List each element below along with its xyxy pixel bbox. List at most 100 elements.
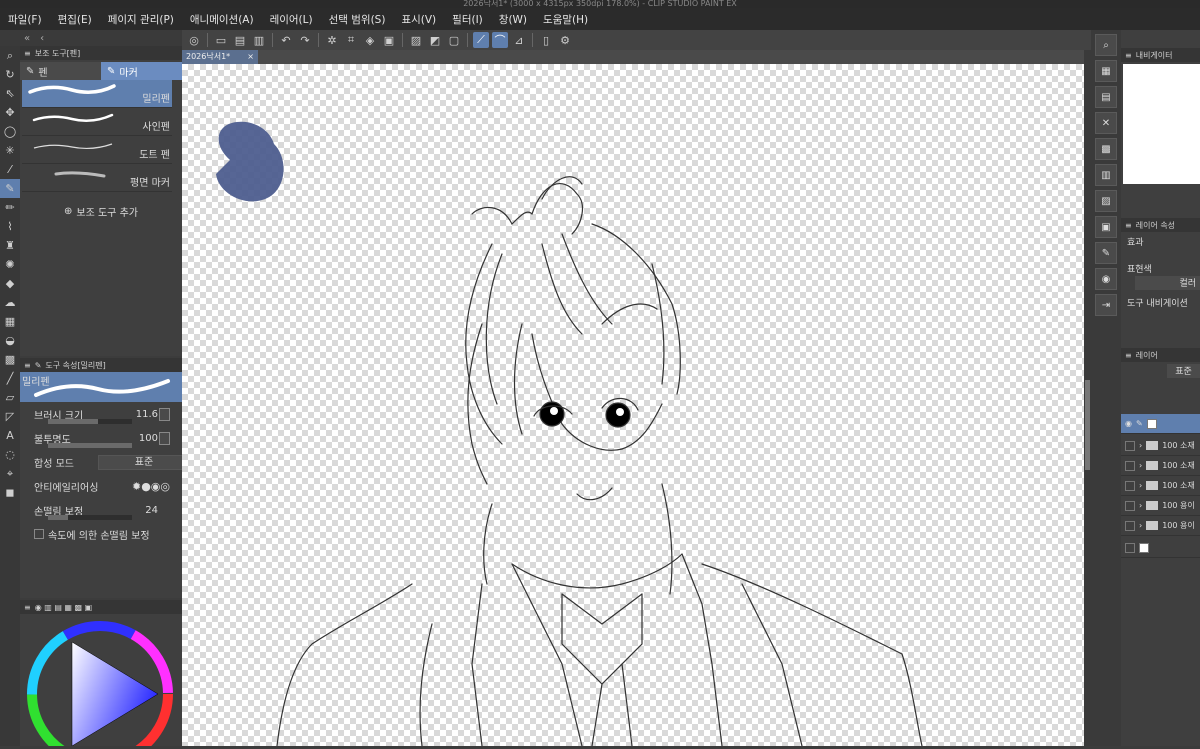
item-bank-icon[interactable]: ▣ — [1095, 216, 1117, 238]
save-icon[interactable]: ▥ — [251, 32, 267, 48]
figure-icon[interactable]: ╱ — [0, 369, 20, 388]
clip-studio-icon[interactable]: ◎ — [186, 32, 202, 48]
brush-item-millipen[interactable]: 밀리펜 — [22, 80, 172, 108]
text-icon[interactable]: A — [0, 426, 20, 445]
clear-icon[interactable]: ✲ — [324, 32, 340, 48]
expression-color-select[interactable]: 컬러 — [1135, 276, 1200, 290]
brush-size-row[interactable]: 브러시 크기 11.6 — [20, 402, 182, 426]
redo-icon[interactable]: ↷ — [297, 32, 313, 48]
frame-icon[interactable]: ▦ — [0, 312, 20, 331]
color-swatch-icon[interactable]: ◼ — [0, 483, 20, 502]
brush-size-slider[interactable] — [48, 419, 132, 424]
menu-file[interactable]: 파일(F) — [0, 12, 50, 27]
layer-folder-row[interactable]: › 100 용이 — [1121, 516, 1200, 536]
menu-selection[interactable]: 선택 범위(S) — [321, 12, 394, 27]
brush-icon[interactable]: ⌇ — [0, 217, 20, 236]
close-icon[interactable]: ✕ — [1095, 112, 1117, 134]
pen-icon[interactable]: ✎ — [0, 179, 20, 198]
stabilization-slider[interactable] — [48, 515, 132, 520]
layer-folder-row[interactable]: › 100 용이 — [1121, 496, 1200, 516]
move-icon[interactable]: ✥ — [0, 103, 20, 122]
selection-border-icon[interactable]: ▢ — [446, 32, 462, 48]
material-icon[interactable]: ▩ — [1095, 138, 1117, 160]
chevron-right-icon[interactable]: › — [1139, 461, 1142, 470]
blend-mode-select[interactable]: 표준 — [98, 454, 190, 470]
drawing-canvas[interactable] — [182, 64, 1084, 747]
lasso-icon[interactable]: ◯ — [0, 122, 20, 141]
layer-folder-row[interactable]: › 100 소재 — [1121, 476, 1200, 496]
fill-icon[interactable]: ◈ — [362, 32, 378, 48]
chevron-right-icon[interactable]: › — [1139, 441, 1142, 450]
fill-bucket-icon[interactable]: ◒ — [0, 331, 20, 350]
menu-layer[interactable]: 레이어(L) — [262, 12, 321, 27]
visibility-box[interactable] — [1125, 520, 1135, 531]
chevron-right-icon[interactable]: › — [1139, 481, 1142, 490]
zoom-icon[interactable]: ⌕ — [0, 46, 20, 65]
trim-icon[interactable]: ▣ — [381, 32, 397, 48]
invert-icon[interactable]: ◩ — [427, 32, 443, 48]
correct-line-icon[interactable]: ⌖ — [0, 464, 20, 483]
gradient-icon[interactable]: ▩ — [0, 350, 20, 369]
export-icon[interactable]: ⇥ — [1095, 294, 1117, 316]
grid-icon[interactable]: ▦ — [1095, 60, 1117, 82]
balloon-icon[interactable]: ◸ — [0, 407, 20, 426]
menu-icon[interactable]: ≡ — [1125, 51, 1132, 60]
menu-animation[interactable]: 애니메이션(A) — [182, 12, 262, 27]
menu-window[interactable]: 창(W) — [491, 12, 535, 27]
eyedropper-icon[interactable]: ⁄ — [0, 160, 20, 179]
new-file-icon[interactable]: ▭ — [213, 32, 229, 48]
collapse-icon[interactable]: ‹ — [40, 33, 44, 44]
transform-icon[interactable]: ⌗ — [343, 32, 359, 48]
navigator-preview[interactable] — [1123, 64, 1200, 184]
pencil-icon[interactable]: ✏ — [0, 198, 20, 217]
sub-view-icon[interactable]: ▨ — [1095, 190, 1117, 212]
layer-blend-select[interactable]: 표준 — [1167, 364, 1200, 378]
layer-paper-row[interactable] — [1121, 538, 1200, 558]
visibility-box[interactable] — [1125, 500, 1135, 511]
visibility-box[interactable] — [1125, 460, 1135, 471]
menu-icon[interactable]: ≡ — [1125, 351, 1132, 360]
brush-item-flatmarker[interactable]: 평면 마커 — [22, 164, 172, 192]
menu-icon[interactable]: ≡ — [1125, 221, 1132, 230]
snap-ruler-icon[interactable]: ⟋ — [473, 32, 489, 48]
collapse-left-icon[interactable]: « — [24, 33, 30, 44]
history-icon[interactable]: ▥ — [1095, 164, 1117, 186]
search-icon[interactable]: ⌕ — [1095, 34, 1117, 56]
speed-stabilization-row[interactable]: 속도에 의한 손떨림 보정 — [20, 522, 182, 546]
layer-icon[interactable]: ▤ — [1095, 86, 1117, 108]
open-icon[interactable]: ▤ — [232, 32, 248, 48]
stabilization-row[interactable]: 손떨림 보정 24 — [20, 498, 182, 522]
snap-grid-icon[interactable]: ⊿ — [511, 32, 527, 48]
deselect-icon[interactable]: ▨ — [408, 32, 424, 48]
menu-edit[interactable]: 편집(E) — [50, 12, 100, 27]
visibility-box[interactable] — [1125, 440, 1135, 451]
operation-icon[interactable]: ⇖ — [0, 84, 20, 103]
close-icon[interactable]: × — [247, 50, 254, 64]
menu-view[interactable]: 표시(V) — [393, 12, 444, 27]
brush-size-value[interactable]: 11.6 — [136, 409, 158, 420]
ruler-icon[interactable]: ▱ — [0, 388, 20, 407]
scroll-thumb[interactable] — [1085, 380, 1090, 470]
visibility-box[interactable] — [1125, 480, 1135, 491]
antialias-options[interactable]: ✹●◉◎ — [132, 480, 170, 493]
menu-icon[interactable]: ≡ — [24, 603, 31, 612]
color-wheel[interactable] — [20, 614, 182, 749]
speech-icon[interactable]: ◌ — [0, 445, 20, 464]
opacity-row[interactable]: 불투명도 100 — [20, 426, 182, 450]
rotate-icon[interactable]: ↻ — [0, 65, 20, 84]
menu-filter[interactable]: 필터(I) — [444, 12, 491, 27]
settings-icon[interactable]: ⚙ — [557, 32, 573, 48]
airbrush-icon[interactable]: ♜ — [0, 236, 20, 255]
brush-item-signpen[interactable]: 사인펜 — [22, 108, 172, 136]
document-tab[interactable]: 2026낙서1* × — [182, 50, 258, 64]
layer-folder-row[interactable]: › 100 소재 — [1121, 456, 1200, 476]
chevron-right-icon[interactable]: › — [1139, 521, 1142, 530]
snap-curve-icon[interactable]: ⌒ — [492, 32, 508, 48]
opacity-value[interactable]: 100 — [139, 433, 158, 444]
eye-icon[interactable]: ◉ — [1125, 419, 1132, 428]
color-tabs-icon[interactable]: ◉ ▥ ▤ ▦ ▩ ▣ — [35, 603, 93, 612]
layer-folder-row[interactable]: › 100 소재 — [1121, 436, 1200, 456]
edit-icon[interactable]: ✎ — [1095, 242, 1117, 264]
undo-icon[interactable]: ↶ — [278, 32, 294, 48]
tab-marker[interactable]: ✎ 마커 — [101, 62, 182, 80]
